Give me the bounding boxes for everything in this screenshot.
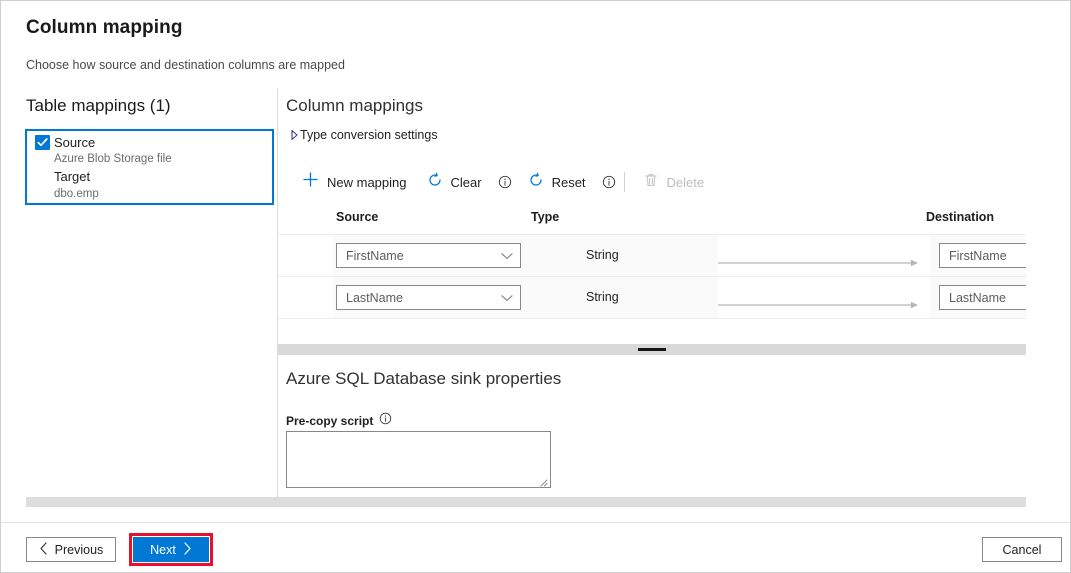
type-value: String xyxy=(586,290,619,304)
table-row: LastName String xyxy=(278,276,1026,319)
column-mappings-panel: Column mappings Type conversion settings… xyxy=(278,86,1071,506)
chevron-left-icon xyxy=(39,542,48,558)
source-column-dropdown[interactable]: FirstName xyxy=(336,243,521,268)
precopy-script-label-row: Pre-copy script xyxy=(286,412,392,430)
column-mapping-grid: Source Type Destination FirstName xyxy=(278,204,1026,334)
table-mappings-panel: Table mappings (1) Source Azure Blob Sto… xyxy=(1,86,277,506)
precopy-script-label: Pre-copy script xyxy=(286,414,373,428)
column-mapping-dialog: Column mapping Choose how source and des… xyxy=(0,0,1071,573)
mapping-arrow-cell xyxy=(718,235,930,276)
page-title: Column mapping xyxy=(26,17,183,39)
type-value: String xyxy=(586,248,619,262)
destination-column-value: FirstName xyxy=(949,249,1007,263)
plus-icon xyxy=(302,171,319,193)
reset-info-icon[interactable] xyxy=(602,175,616,189)
source-cell: FirstName String xyxy=(333,235,718,276)
previous-button[interactable]: Previous xyxy=(26,537,116,562)
type-conversion-settings-expander[interactable]: Type conversion settings xyxy=(284,128,438,142)
new-mapping-button[interactable]: New mapping xyxy=(292,166,417,198)
next-label: Next xyxy=(150,543,176,557)
horizontal-scrollbar[interactable] xyxy=(26,497,1026,507)
triangle-right-icon xyxy=(284,130,291,140)
cancel-label: Cancel xyxy=(1003,543,1042,557)
delete-label: Delete xyxy=(667,175,705,190)
mapping-arrow-cell xyxy=(718,277,930,318)
destination-cell: LastName xyxy=(930,277,1026,318)
table-mapping-card[interactable]: Source Azure Blob Storage file Target db… xyxy=(25,129,274,205)
trash-icon xyxy=(643,172,659,193)
reset-label: Reset xyxy=(552,175,586,190)
new-mapping-label: New mapping xyxy=(327,175,407,190)
column-header-destination: Destination xyxy=(926,210,994,224)
info-icon[interactable] xyxy=(379,412,392,430)
column-header-source: Source xyxy=(336,210,378,224)
cancel-button[interactable]: Cancel xyxy=(982,537,1062,562)
table-mappings-heading: Table mappings (1) xyxy=(26,96,171,116)
destination-column-field[interactable]: LastName xyxy=(939,285,1026,310)
source-label: Source xyxy=(54,135,95,150)
table-mapping-checkbox[interactable] xyxy=(35,135,50,150)
clear-info-icon[interactable] xyxy=(498,175,512,189)
target-value: dbo.emp xyxy=(54,188,99,200)
chevron-right-icon xyxy=(183,542,192,558)
previous-label: Previous xyxy=(55,543,104,557)
clear-button[interactable]: Clear xyxy=(417,166,492,198)
destination-column-value: LastName xyxy=(949,291,1006,305)
column-mappings-heading: Column mappings xyxy=(286,96,423,116)
drag-handle-icon[interactable] xyxy=(638,348,666,351)
table-mapping-card-header: Source xyxy=(35,135,95,150)
chevron-down-icon xyxy=(501,289,513,307)
source-column-dropdown[interactable]: LastName xyxy=(336,285,521,310)
next-button[interactable]: Next xyxy=(133,537,209,562)
delete-button: Delete xyxy=(633,166,715,198)
column-mapping-toolbar: New mapping Clear xyxy=(292,166,714,198)
arrow-right-icon xyxy=(718,254,920,262)
arrow-right-icon xyxy=(718,296,920,304)
destination-cell: FirstName xyxy=(930,235,1026,276)
destination-column-field[interactable]: FirstName xyxy=(939,243,1026,268)
type-conversion-settings-label: Type conversion settings xyxy=(300,128,438,142)
target-label: Target xyxy=(54,169,90,184)
chevron-down-icon xyxy=(501,247,513,265)
refresh-icon xyxy=(528,172,544,193)
panel-splitter[interactable] xyxy=(278,344,1026,355)
table-row: FirstName String xyxy=(278,234,1026,276)
sink-properties-heading: Azure SQL Database sink properties xyxy=(286,369,561,389)
source-cell: LastName String xyxy=(333,277,718,318)
toolbar-separator xyxy=(624,172,625,192)
precopy-script-input[interactable] xyxy=(286,431,551,488)
source-column-value: FirstName xyxy=(346,249,404,263)
row-gutter xyxy=(278,235,333,276)
row-gutter xyxy=(278,277,333,318)
refresh-icon xyxy=(427,172,443,193)
reset-button[interactable]: Reset xyxy=(518,166,596,198)
clear-label: Clear xyxy=(451,175,482,190)
column-header-type: Type xyxy=(531,210,559,224)
source-column-value: LastName xyxy=(346,291,403,305)
page-subtitle: Choose how source and destination column… xyxy=(26,58,345,72)
source-value: Azure Blob Storage file xyxy=(54,153,172,165)
footer-divider xyxy=(1,522,1071,523)
grid-header-row: Source Type Destination xyxy=(278,204,1026,234)
